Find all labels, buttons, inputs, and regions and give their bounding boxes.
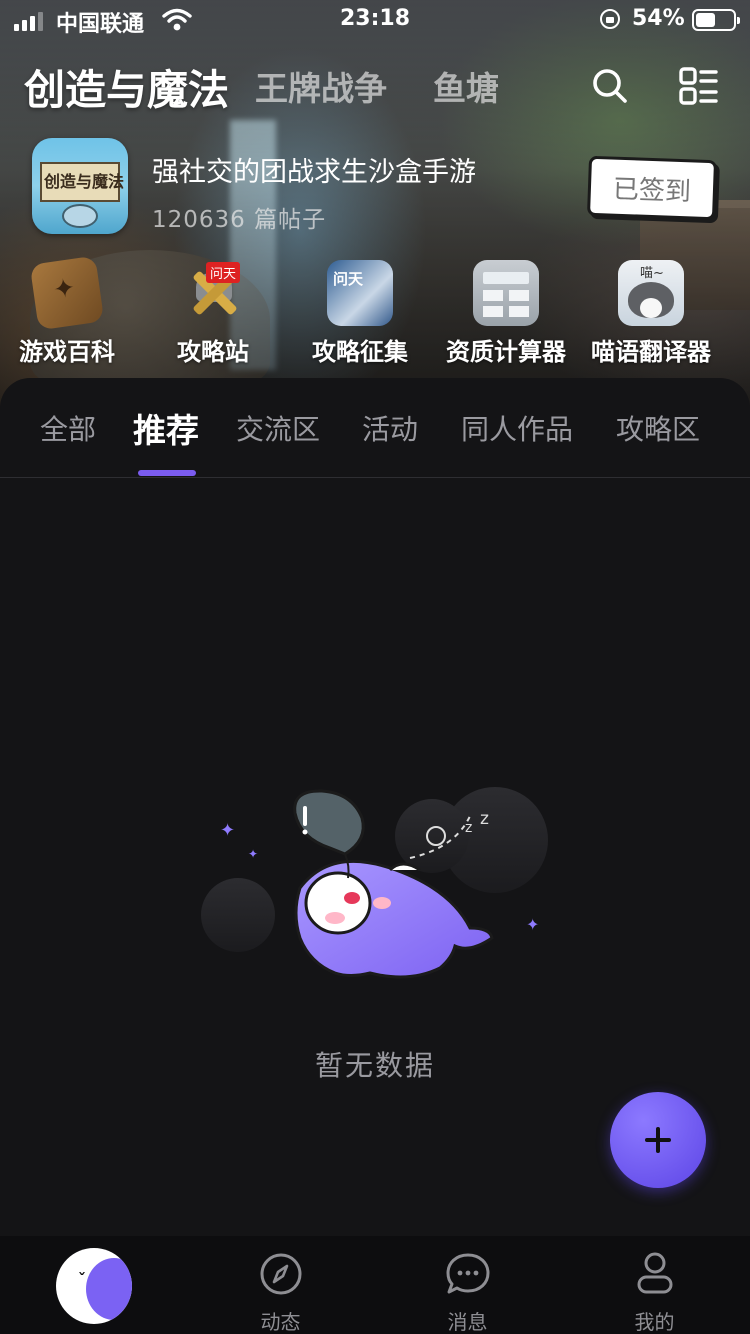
quick-tools: 游戏百科 问天 攻略站 攻略征集 资质计算器 喵~ 喵语翻译器 <box>0 255 750 370</box>
tab-events[interactable]: 活动 <box>362 408 418 448</box>
svg-text:z: z <box>465 820 472 836</box>
tool-label: 攻略站 <box>177 338 249 366</box>
guide-station-icon: 问天 <box>180 260 246 326</box>
tool-guide-collection[interactable]: 攻略征集 <box>287 260 433 367</box>
battery-percent: 54% <box>632 6 685 31</box>
search-icon[interactable] <box>590 66 630 106</box>
svg-text:✦: ✦ <box>526 915 539 934</box>
tool-label: 游戏百科 <box>19 338 115 366</box>
guide-collection-icon <box>327 260 393 326</box>
svg-text:z: z <box>480 809 489 829</box>
svg-text:✦: ✦ <box>248 847 258 861</box>
tool-encyclopedia[interactable]: 游戏百科 <box>0 255 140 367</box>
svg-text:✦: ✦ <box>220 820 235 841</box>
battery-icon <box>692 9 740 31</box>
battery-fill <box>696 13 715 27</box>
nav-feed[interactable]: 动态 <box>187 1236 374 1334</box>
nav-label: 消息 <box>447 1310 488 1334</box>
chat-bubble-icon <box>446 1253 490 1294</box>
tool-badge: 问天 <box>206 262 241 283</box>
home-mascot-icon: ˇ <box>56 1248 132 1324</box>
status-bar: 中国联通 23:18 54% <box>0 0 750 40</box>
nav-label: 我的 <box>634 1310 675 1334</box>
encyclopedia-book-icon <box>29 255 105 331</box>
tab-all[interactable]: 全部 <box>40 408 96 448</box>
tool-label: 喵语翻译器 <box>591 338 711 366</box>
calculator-icon <box>473 260 539 326</box>
tool-label: 攻略征集 <box>312 338 408 366</box>
tab-discussion[interactable]: 交流区 <box>236 408 320 448</box>
tab-recommended[interactable]: 推荐 <box>133 404 199 452</box>
game-tab-wangpai[interactable]: 王牌战争 <box>255 62 387 110</box>
compass-icon <box>260 1253 302 1295</box>
game-tab-yutang[interactable]: 鱼塘 <box>433 62 499 110</box>
section-tabs: 全部 推荐 交流区 活动 同人作品 攻略区 <box>0 378 750 478</box>
menu-grid-icon[interactable] <box>678 66 718 106</box>
game-icon-logo-text: 创造与魔法 <box>44 172 125 191</box>
nav-label: 动态 <box>260 1310 301 1334</box>
game-icon-fish <box>62 204 98 228</box>
tool-guide-station[interactable]: 问天 攻略站 <box>140 260 286 367</box>
tool-calculator[interactable]: 资质计算器 <box>433 260 579 367</box>
orientation-lock-icon <box>600 9 620 29</box>
checkin-button[interactable]: 已签到 <box>586 155 718 221</box>
nav-profile[interactable]: 我的 <box>561 1236 748 1334</box>
tool-badge: 喵~ <box>640 266 664 281</box>
tool-label: 资质计算器 <box>446 338 566 366</box>
create-post-button[interactable] <box>610 1092 706 1188</box>
game-tab-active[interactable]: 创造与魔法 <box>24 56 229 116</box>
tab-fan-works[interactable]: 同人作品 <box>461 408 573 448</box>
game-subtitle: 强社交的团战求生沙盒手游 <box>152 157 476 188</box>
active-tab-indicator <box>138 470 196 476</box>
tab-guides[interactable]: 攻略区 <box>616 408 700 448</box>
nav-home[interactable]: ˇ <box>0 1236 187 1334</box>
game-switcher: 创造与魔法 王牌战争 鱼塘 <box>24 58 545 114</box>
game-icon[interactable]: 创造与魔法 <box>32 138 128 234</box>
cat-translator-icon: 喵~ <box>618 260 684 326</box>
bottom-nav: ˇ 动态 消息 我的 <box>0 1236 750 1334</box>
tool-cat-translator[interactable]: 喵~ 喵语翻译器 <box>578 260 724 367</box>
empty-state-text: 暂无数据 <box>314 1049 435 1082</box>
profile-icon <box>637 1252 673 1294</box>
nav-messages[interactable]: 消息 <box>374 1236 561 1334</box>
post-count: 120636 篇帖子 <box>152 207 327 233</box>
